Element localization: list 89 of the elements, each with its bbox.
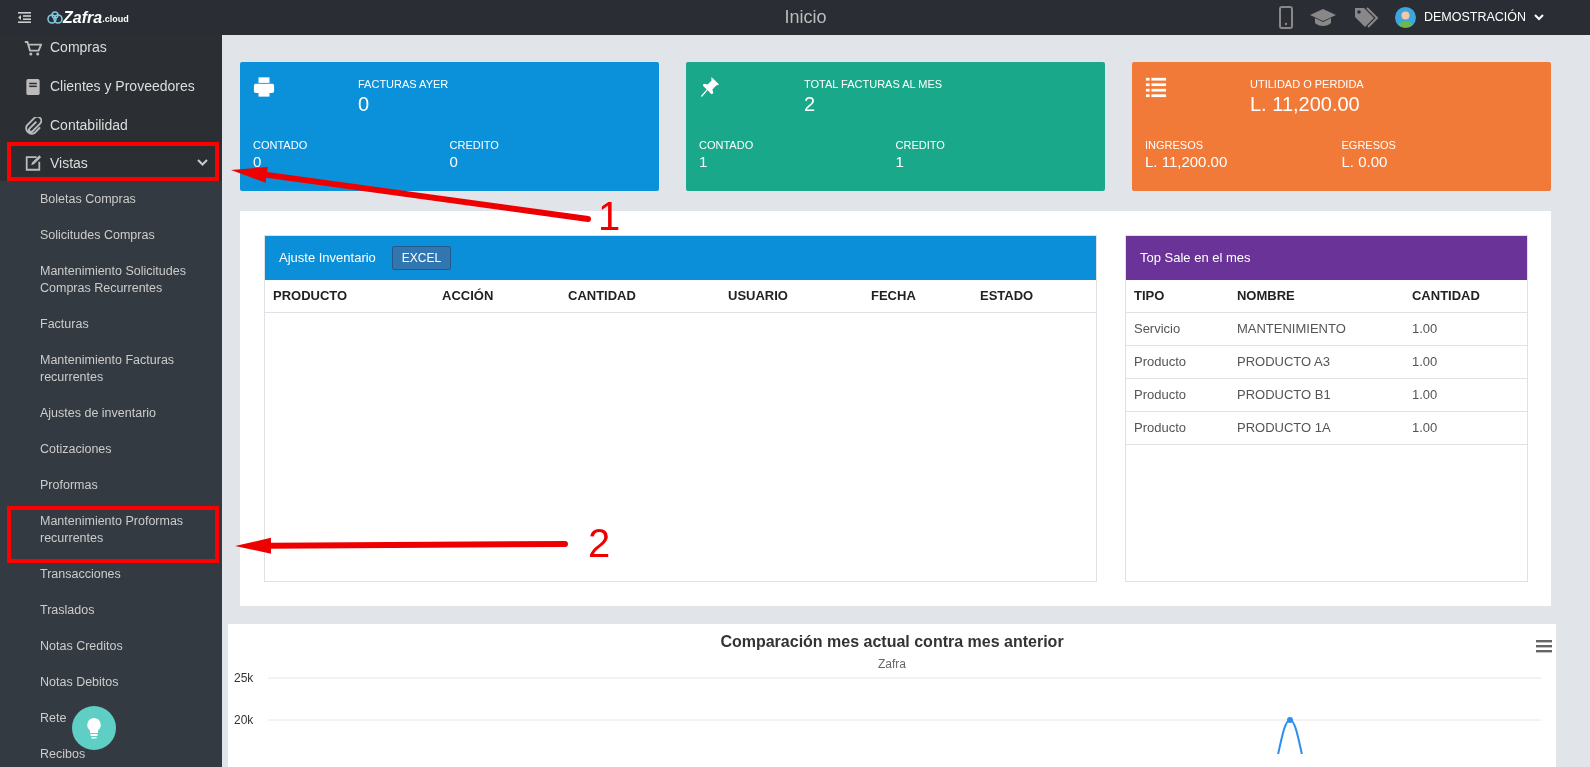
table-cell-text: 1.00 [1410,419,1439,438]
logo-suffix: .cloud [102,14,129,27]
table-cell-text: MANTENIMIENTO [1235,320,1347,339]
edit-icon [24,154,42,172]
book-icon [24,77,42,96]
stat-label: EGRESOS [1341,137,1397,153]
sidebar-subitem[interactable]: Proformas [0,467,222,503]
sidebar-subitem[interactable]: Mantenimiento Solicitudes Compras Recurrentes [0,253,222,306]
stat-label: CREDITO [449,137,500,153]
printer-icon [253,76,275,98]
sidebar-item[interactable]: Clientes y Proveedores [0,67,222,106]
data-point [1287,717,1293,723]
card-title: Ajuste Inventario [279,249,376,268]
stat-value: 0 [253,153,263,171]
table-cell-text: PRODUCTO 1A [1235,419,1332,438]
column-header: CANTIDAD [1410,287,1481,306]
sidebar-subitem[interactable]: Notas Debitos [0,664,222,700]
stat-label: INGRESOS [1145,137,1205,153]
axis-label: 25k [234,671,254,685]
sidebar-subitem[interactable]: Mantenimiento Proformas recurrentes [0,503,222,556]
annotation-number: 2 [588,523,611,563]
sidebar-item[interactable]: Contabilidad [0,106,222,145]
sidebar-item[interactable]: Compras [0,35,222,67]
sidebar-subitem[interactable]: Boletas Compras [0,181,222,217]
table-cell-text: 1.00 [1410,320,1439,339]
column-header: ACCIÓN [441,287,495,306]
stat-value: L. 11,200.00 [1250,92,1361,115]
card-title: Top Sale en el mes [1139,249,1251,268]
user-menu[interactable]: DEMOSTRACIÓN [1394,7,1544,28]
menu-icon[interactable] [1536,640,1552,653]
stat-label: CREDITO [895,137,946,153]
stat-value: 0 [358,92,371,115]
sidebar-subitem[interactable]: Notas Creditos [0,628,222,664]
column-header: TIPO [1132,287,1166,306]
sidebar-subitem[interactable]: Rete [0,700,222,736]
sidebar-subitem[interactable]: Solicitudes Compras [0,217,222,253]
stat-title: TOTAL FACTURAS AL MES [804,77,943,92]
sidebar-subitem[interactable]: Transacciones [0,556,222,592]
column-header: CANTIDAD [567,287,637,306]
annotation-number: 1 [598,196,621,236]
graduation-cap-icon[interactable] [1308,7,1337,28]
column-header: USUARIO [727,287,789,306]
sidebar-subitem[interactable]: Cotizaciones [0,431,222,467]
table-cell-text: Producto [1132,419,1187,438]
chart-line [1275,719,1305,754]
page-title: Inicio [784,6,827,29]
cart-icon [24,38,42,57]
stat-value: L. 11,200.00 [1145,153,1229,171]
logo-text: Zafra [63,7,103,28]
sidebar-item[interactable]: Vistas [0,145,222,181]
pushpin-icon [699,76,721,98]
stat-title: UTILIDAD O PERDIDA [1250,77,1364,92]
stat-value: 0 [449,153,459,171]
paperclip-icon [24,116,42,135]
table-cell-text: PRODUCTO B1 [1235,386,1332,405]
sidebar-subitem[interactable]: Ajustes de inventario [0,395,222,431]
stat-value: 1 [895,153,905,171]
tags-icon[interactable] [1352,5,1379,30]
list-icon [1145,76,1167,98]
sidebar-subitem[interactable]: Facturas [0,306,222,342]
sidebar-subitem[interactable]: Traslados [0,592,222,628]
column-header: PRODUCTO [272,287,349,306]
table-cell-text: Producto [1132,386,1187,405]
lightbulb-icon [86,717,102,739]
chart-subtitle: Zafra [878,657,906,671]
stat-title: FACTURAS AYER [358,77,449,92]
stat-value: L. 0.00 [1341,153,1389,171]
stat-label: CONTADO [253,137,309,153]
menu-toggle-icon[interactable] [18,12,31,23]
column-header: NOMBRE [1235,287,1296,306]
axis-label: 20k [234,713,254,727]
chart-title: Comparación mes actual contra mes anterior [720,632,1064,652]
avatar-icon [1394,7,1416,28]
sidebar-subitem[interactable]: Recibos [0,736,222,767]
table-cell-text: PRODUCTO A3 [1235,353,1331,372]
logo-icon [47,10,63,25]
phone-icon[interactable] [1278,6,1293,29]
table-cell-text: Servicio [1132,320,1182,339]
stat-label: CONTADO [699,137,755,153]
column-header: FECHA [870,287,917,306]
table-cell-text: 1.00 [1410,386,1439,405]
stat-value: 1 [699,153,709,171]
table-cell-text: 1.00 [1410,353,1439,372]
chevron-down-icon [1534,14,1544,21]
stat-value: 2 [804,92,817,115]
sidebar-subitem[interactable]: Mantenimiento Facturas recurrentes [0,342,222,395]
table-cell-text: Producto [1132,353,1187,372]
column-header: ESTADO [979,287,1035,306]
excel-button[interactable]: EXCEL [391,246,452,270]
